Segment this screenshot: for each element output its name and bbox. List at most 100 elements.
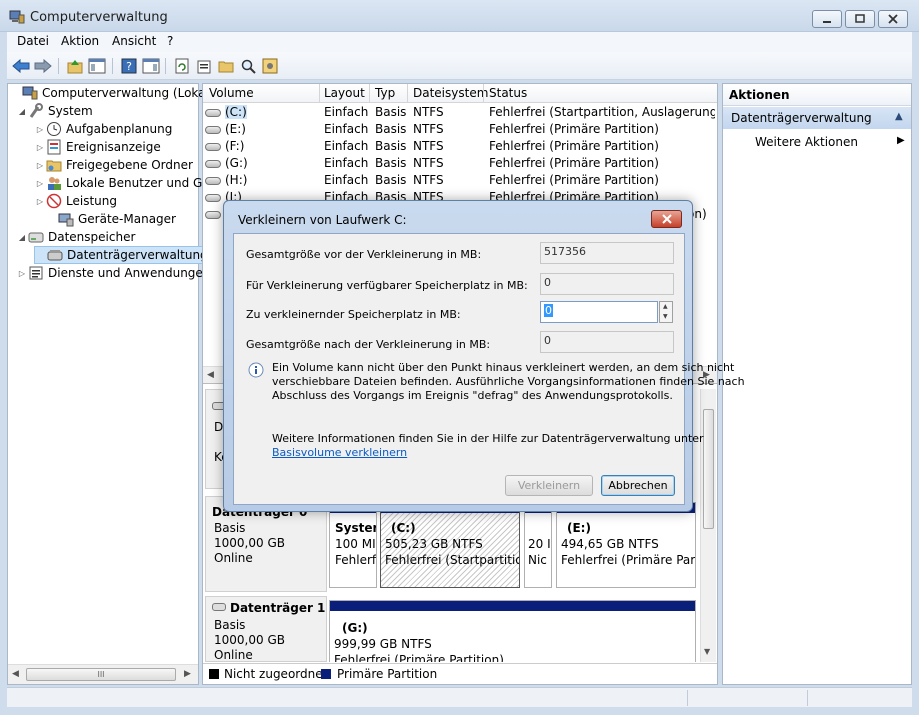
scroll-right-icon[interactable]: ▶ xyxy=(184,669,191,679)
partition-unallocated[interactable]: 20 I Nic xyxy=(524,502,552,588)
tree-item-datenspeicher[interactable]: ◢ Datenspeicher xyxy=(16,228,135,246)
table-row[interactable]: (E:) Einfach Basis NTFS Fehlerfrei (Prim… xyxy=(203,121,717,138)
tree-item-ereignisanzeige[interactable]: ▷ Ereignisanzeige xyxy=(34,138,161,156)
table-row[interactable]: (G:) Einfach Basis NTFS Fehlerfrei (Prim… xyxy=(203,155,717,172)
tree-item-datentraegerverwaltung[interactable]: Datenträgerverwaltung xyxy=(34,246,213,264)
expanded-icon[interactable]: ◢ xyxy=(16,233,28,242)
spin-up-icon[interactable]: ▲ xyxy=(663,303,668,310)
column-volume[interactable]: Volume xyxy=(209,86,254,100)
scroll-left-icon[interactable]: ◀ xyxy=(12,669,19,679)
column-layout[interactable]: Layout xyxy=(324,86,365,100)
settings-button[interactable] xyxy=(260,56,280,76)
partition-c[interactable]: (C:) 505,23 GB NTFS Fehlerfrei (Startpar… xyxy=(380,502,520,588)
scroll-left-icon[interactable]: ◀ xyxy=(207,370,214,380)
submenu-arrow-icon: ▶ xyxy=(897,135,905,146)
disk1-type: Basis xyxy=(214,618,246,632)
shrink-amount-input[interactable]: 0 xyxy=(540,301,658,323)
column-separator[interactable] xyxy=(483,84,484,103)
open-folder-button[interactable] xyxy=(216,56,236,76)
tree-item-leistung[interactable]: ▷ Leistung xyxy=(34,192,117,210)
minimize-button[interactable] xyxy=(812,10,842,28)
spin-down-icon[interactable]: ▼ xyxy=(663,313,668,320)
svg-text:?: ? xyxy=(126,60,132,73)
table-row[interactable]: (C:) Einfach Basis NTFS Fehlerfrei (Star… xyxy=(203,104,717,121)
column-separator[interactable] xyxy=(369,84,370,103)
column-separator[interactable] xyxy=(319,84,320,103)
menu-aktion[interactable]: Aktion xyxy=(61,34,99,48)
partition-g[interactable]: (G:) 999,99 GB NTFS Fehlerfrei (Primäre … xyxy=(329,600,696,662)
drive-icon xyxy=(205,176,221,185)
partition-name: (C:) xyxy=(391,521,416,535)
drive-icon xyxy=(205,108,221,117)
shrink-amount-spinner[interactable]: ▲ ▼ xyxy=(659,301,673,323)
tree-item-computerverwaltung[interactable]: Computerverwaltung (Lokal) xyxy=(10,84,214,102)
column-status[interactable]: Status xyxy=(489,86,527,100)
menu-datei[interactable]: Datei xyxy=(17,34,49,48)
show-hide-action-pane-button[interactable] xyxy=(141,56,161,76)
back-button[interactable] xyxy=(11,56,31,76)
help-link[interactable]: Basisvolume verkleinern xyxy=(272,446,407,459)
cancel-button[interactable]: Abbrechen xyxy=(601,475,675,496)
volume-name: (H:) xyxy=(225,173,248,187)
properties-button[interactable] xyxy=(194,56,214,76)
disk-vertical-scrollbar[interactable]: ▼ xyxy=(700,389,716,662)
maximize-button[interactable] xyxy=(845,10,875,28)
tree-item-system[interactable]: ◢ System xyxy=(16,102,93,120)
table-row[interactable]: (F:) Einfach Basis NTFS Fehlerfrei (Prim… xyxy=(203,138,717,155)
volume-type: Basis xyxy=(375,122,407,136)
forward-button[interactable] xyxy=(33,56,53,76)
scroll-thumb[interactable]: III xyxy=(26,668,176,681)
collapsed-icon[interactable]: ▷ xyxy=(34,125,46,134)
collapse-icon[interactable]: ▲ xyxy=(895,111,903,122)
tree-item-label: System xyxy=(48,104,93,118)
table-row[interactable]: (H:) Einfach Basis NTFS Fehlerfrei (Prim… xyxy=(203,172,717,189)
action-more[interactable]: Weitere Aktionen ▶ xyxy=(723,132,911,152)
collapsed-icon[interactable]: ▷ xyxy=(34,161,46,170)
tree-horizontal-scrollbar[interactable]: ◀ III ▶ xyxy=(8,664,198,684)
disk1-label[interactable]: Datenträger 1 Basis 1000,00 GB Online xyxy=(205,596,327,662)
column-typ[interactable]: Typ xyxy=(375,86,395,100)
tree-item-aufgabenplanung[interactable]: ▷ Aufgabenplanung xyxy=(34,120,172,138)
collapsed-icon[interactable]: ▷ xyxy=(16,269,28,278)
close-icon xyxy=(661,214,672,224)
tree-item-lokale-benutzer[interactable]: ▷ Lokale Benutzer und Gru xyxy=(34,174,215,192)
dialog-close-button[interactable] xyxy=(651,210,682,228)
refresh-button[interactable] xyxy=(172,56,192,76)
collapsed-icon[interactable]: ▷ xyxy=(34,197,46,206)
column-separator[interactable] xyxy=(407,84,408,103)
users-icon xyxy=(46,175,62,191)
volume-name: (C:) xyxy=(225,105,247,119)
info-text: Abschluss des Vorgangs im Ereignis "defr… xyxy=(272,389,673,402)
tools-icon xyxy=(28,103,44,119)
shared-folder-icon xyxy=(46,157,62,173)
column-dateisystem[interactable]: Dateisystem xyxy=(413,86,488,100)
volume-status: Fehlerfrei (Primäre Partition) xyxy=(489,156,659,170)
close-button[interactable] xyxy=(878,10,908,28)
open-folder-icon xyxy=(218,61,234,73)
field-label-available: Für Verkleinerung verfügbarer Speicherpl… xyxy=(246,279,528,292)
help-icon: ? xyxy=(121,58,137,74)
show-hide-tree-button[interactable] xyxy=(87,56,107,76)
collapsed-icon[interactable]: ▷ xyxy=(34,143,46,152)
search-button[interactable] xyxy=(238,56,258,76)
menu-help[interactable]: ? xyxy=(167,34,173,48)
scroll-thumb[interactable] xyxy=(703,409,714,529)
tree-item-dienste[interactable]: ▷ Dienste und Anwendungen xyxy=(16,264,211,282)
tree-item-freigegebene-ordner[interactable]: ▷ Freigegebene Ordner xyxy=(34,156,193,174)
legend: Nicht zugeordnet Primäre Partition xyxy=(203,663,717,684)
help-button[interactable]: ? xyxy=(119,56,139,76)
scroll-down-icon[interactable]: ▼ xyxy=(704,647,710,656)
menu-ansicht[interactable]: Ansicht xyxy=(112,34,156,48)
volume-status: Fehlerfrei (Primäre Partition) xyxy=(489,139,659,153)
event-viewer-icon xyxy=(46,139,62,155)
up-button[interactable] xyxy=(65,56,85,76)
window-title: Computerverwaltung xyxy=(30,10,168,25)
partition-system[interactable]: Syster 100 MI Fehlerf xyxy=(329,502,377,588)
partition-e[interactable]: (E:) 494,65 GB NTFS Fehlerfrei (Primäre … xyxy=(556,502,696,588)
actions-section[interactable]: Datenträgerverwaltung ▲ xyxy=(723,107,911,129)
volume-layout: Einfach xyxy=(324,156,369,170)
collapsed-icon[interactable]: ▷ xyxy=(34,179,46,188)
expanded-icon[interactable]: ◢ xyxy=(16,107,28,116)
shrink-button[interactable]: Verkleinern xyxy=(505,475,593,496)
tree-item-geraete-manager[interactable]: Geräte-Manager xyxy=(46,210,176,228)
